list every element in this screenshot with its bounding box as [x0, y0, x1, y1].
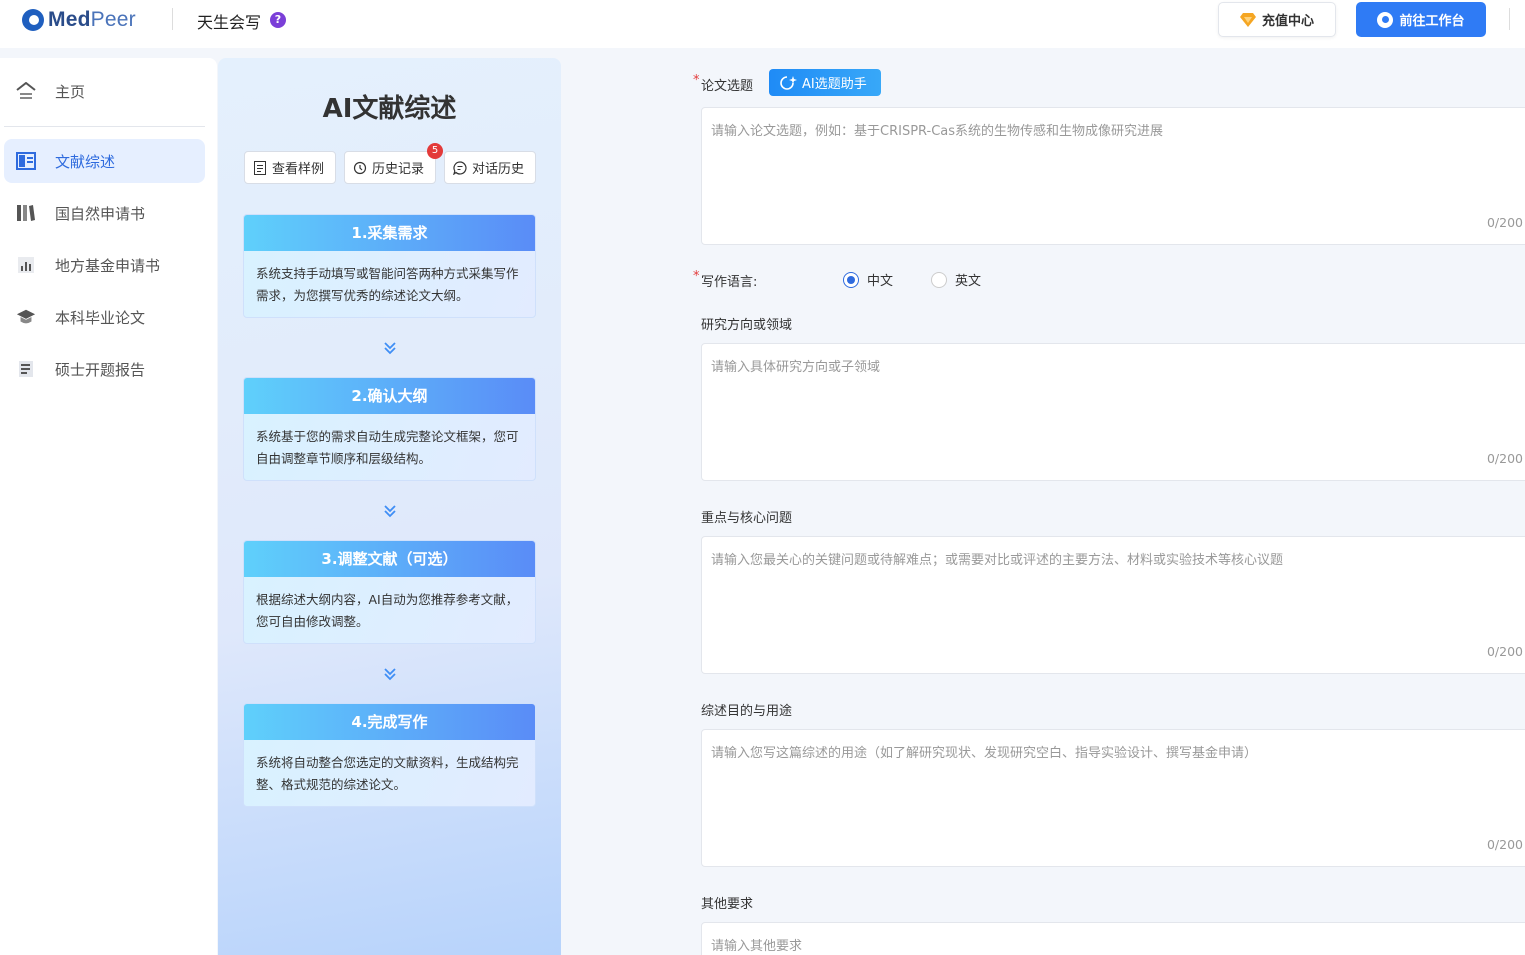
- language-radio-english[interactable]: 英文: [931, 270, 981, 289]
- sidebar-item-label: 文献综述: [55, 152, 116, 171]
- sparkle-chat-icon: [780, 75, 797, 90]
- history-icon: [353, 161, 367, 174]
- medpeer-logo[interactable]: MedPeer: [22, 8, 136, 32]
- language-radio-chinese[interactable]: 中文: [843, 270, 893, 289]
- step-description: 根据综述大纲内容，AI自动为您推荐参考文献，您可自由修改调整。: [256, 592, 519, 629]
- chart-doc-icon: [16, 255, 36, 275]
- radio-label: 英文: [955, 274, 982, 289]
- report-icon: [16, 359, 36, 379]
- other-placeholder: 请输入其他要求: [711, 939, 803, 954]
- radio-selected-icon: [843, 271, 859, 288]
- topic-textarea[interactable]: 请输入论文选题，例如：基于CRISPR-Cas系统的生物传感和生物成像研究进展 …: [701, 107, 1525, 245]
- sidebar-item-label: 地方基金申请书: [55, 256, 161, 275]
- chat-history-button[interactable]: 对话历史: [444, 151, 536, 184]
- graduation-cap-icon: [16, 307, 36, 327]
- recharge-center-button[interactable]: 充值中心: [1218, 2, 1336, 37]
- chevron-double-down-icon: [384, 342, 396, 355]
- other-label: 其他要求: [701, 897, 754, 912]
- char-counter: 0/200: [1486, 644, 1523, 659]
- direction-placeholder: 请输入具体研究方向或子领域: [711, 360, 881, 375]
- home-icon: [16, 81, 36, 101]
- key-issues-textarea[interactable]: 请输入您最关心的关键问题或待解难点；或需要对比或评述的主要方法、材料或实验技术等…: [701, 536, 1525, 674]
- sidebar-item-label: 硕士开题报告: [55, 360, 146, 379]
- char-counter: 0/200: [1486, 837, 1523, 852]
- step-card-outline: 2.确认大纲 系统基于您的需求自动生成完整论文框架，您可自由调整章节顺序和层级结…: [243, 377, 536, 481]
- radio-unselected-icon: [931, 271, 947, 288]
- history-label: 历史记录: [372, 162, 425, 177]
- sidebar-item-literature-review[interactable]: 文献综述: [4, 139, 205, 183]
- step-title: 2.确认大纲: [244, 378, 535, 414]
- panel-title: AI文献综述: [322, 94, 457, 124]
- app-name: 天生会写: [197, 13, 262, 32]
- diamond-icon: [1239, 12, 1256, 27]
- sidebar-item-home[interactable]: 主页: [4, 69, 205, 113]
- top-header: MedPeer 天生会写 ? 充值中心 前往工作台: [0, 0, 1525, 48]
- go-workspace-button[interactable]: 前往工作台: [1356, 2, 1486, 37]
- required-mark: *: [693, 269, 700, 284]
- sidebar-item-undergrad-thesis[interactable]: 本科毕业论文: [4, 295, 205, 339]
- topic-label: 论文选题: [701, 79, 754, 94]
- purpose-label: 综述目的与用途: [701, 704, 793, 719]
- step-title: 1.采集需求: [244, 215, 535, 251]
- chat-icon: [453, 160, 467, 175]
- purpose-textarea[interactable]: 请输入您写这篇综述的用途（如了解研究现状、发现研究空白、指导实验设计、撰写基金申…: [701, 729, 1525, 867]
- sidebar-item-label: 本科毕业论文: [55, 308, 146, 327]
- step-description: 系统支持手动填写或智能问答两种方式采集写作需求，为您撰写优秀的综述论文大纲。: [256, 266, 519, 303]
- sidebar-item-master-proposal[interactable]: 硕士开题报告: [4, 347, 205, 391]
- chevron-double-down-icon: [384, 668, 396, 681]
- ai-topic-assistant-button[interactable]: AI选题助手: [769, 69, 881, 96]
- header-divider-right: [1509, 8, 1510, 30]
- books-icon: [16, 203, 36, 223]
- char-counter: 0/200: [1486, 451, 1523, 466]
- recharge-label: 充值中心: [1261, 14, 1314, 29]
- workspace-label: 前往工作台: [1399, 14, 1465, 29]
- ai-topic-assistant-label: AI选题助手: [802, 77, 867, 92]
- sidebar-item-label: 国自然申请书: [55, 204, 146, 223]
- medpeer-mini-icon: [1377, 11, 1394, 28]
- chat-history-label: 对话历史: [472, 162, 525, 177]
- review-icon: [16, 151, 36, 171]
- view-sample-label: 查看样例: [272, 162, 325, 177]
- step-title: 3.调整文献（可选）: [244, 541, 535, 577]
- key-issues-placeholder: 请输入您最关心的关键问题或待解难点；或需要对比或评述的主要方法、材料或实验技术等…: [711, 553, 1284, 568]
- header-divider: [172, 8, 173, 30]
- sidebar-item-label: 主页: [55, 82, 86, 101]
- purpose-placeholder: 请输入您写这篇综述的用途（如了解研究现状、发现研究空白、指导实验设计、撰写基金申…: [711, 746, 1258, 761]
- char-counter: 0/200: [1486, 215, 1523, 230]
- medpeer-logo-icon: [22, 9, 44, 31]
- view-sample-button[interactable]: 查看样例: [244, 151, 336, 184]
- key-issues-label: 重点与核心问题: [701, 511, 793, 526]
- sidebar-divider: [4, 126, 205, 127]
- step-description: 系统基于您的需求自动生成完整论文框架，您可自由调整章节顺序和层级结构。: [256, 429, 519, 466]
- radio-label: 中文: [867, 274, 894, 289]
- sidebar-item-nsfc-application[interactable]: 国自然申请书: [4, 191, 205, 235]
- sidebar: 主页 文献综述 国自然申请书 地方基金申请书 本科毕业论文 硕士开题报告: [0, 58, 217, 955]
- step-card-references: 3.调整文献（可选） 根据综述大纲内容，AI自动为您推荐参考文献，您可自由修改调…: [243, 540, 536, 644]
- step-description: 系统将自动整合您选定的文献资料，生成结构完整、格式规范的综述论文。: [256, 755, 519, 792]
- document-icon: [254, 160, 266, 175]
- other-textarea[interactable]: 请输入其他要求: [701, 922, 1525, 955]
- step-card-collect: 1.采集需求 系统支持手动填写或智能问答两种方式采集写作需求，为您撰写优秀的综述…: [243, 214, 536, 318]
- language-label: 写作语言:: [701, 275, 758, 290]
- direction-label: 研究方向或领域: [701, 318, 793, 333]
- help-icon[interactable]: ?: [270, 12, 286, 28]
- step-card-writing: 4.完成写作 系统将自动整合您选定的文献资料，生成结构完整、格式规范的综述论文。: [243, 703, 536, 807]
- direction-textarea[interactable]: 请输入具体研究方向或子领域 0/200: [701, 343, 1525, 481]
- brand-name: MedPeer: [48, 8, 136, 31]
- history-button[interactable]: 历史记录: [344, 151, 436, 184]
- workflow-panel: AI文献综述 查看样例 历史记录 5 对话历史 1.采集需求 系统支持手动填写或…: [218, 58, 561, 955]
- sidebar-item-local-fund[interactable]: 地方基金申请书: [4, 243, 205, 287]
- topic-placeholder: 请输入论文选题，例如：基于CRISPR-Cas系统的生物传感和生物成像研究进展: [711, 124, 1164, 139]
- history-count-badge: 5: [427, 143, 443, 159]
- step-title: 4.完成写作: [244, 704, 535, 740]
- required-mark: *: [693, 73, 700, 88]
- chevron-double-down-icon: [384, 505, 396, 518]
